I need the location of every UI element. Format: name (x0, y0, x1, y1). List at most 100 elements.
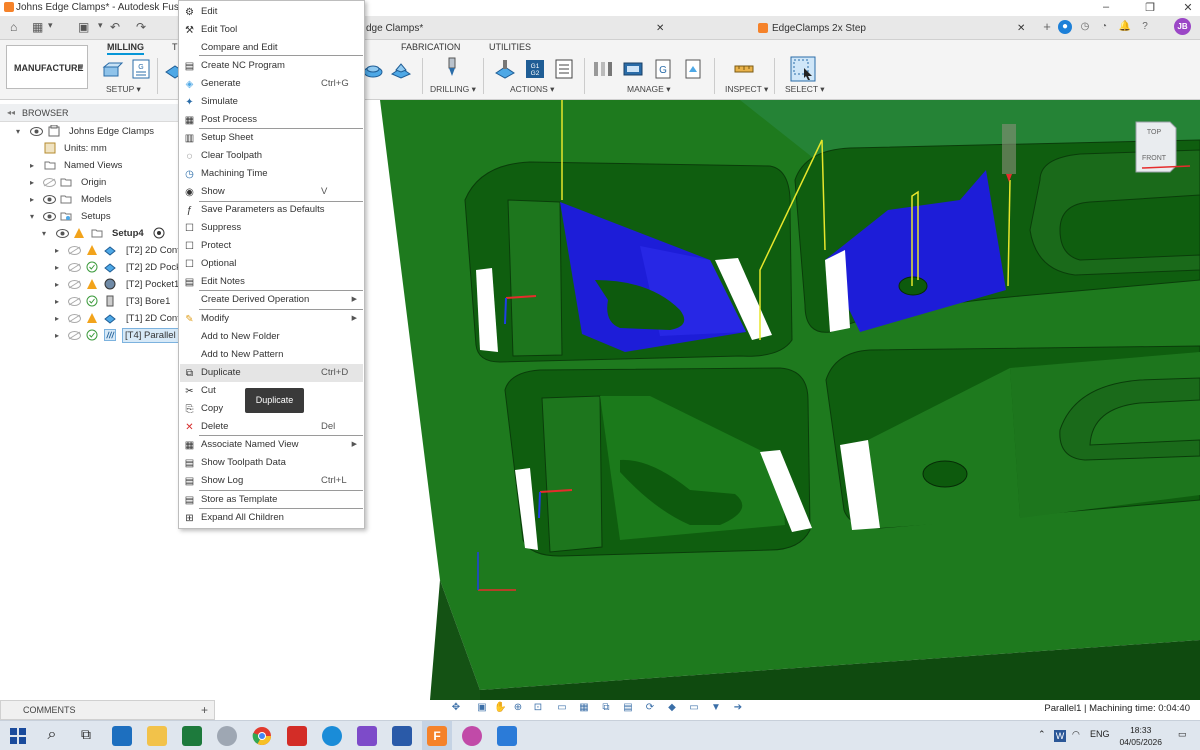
post-process-icon[interactable]: G1 G2 (524, 58, 546, 80)
menu-item-duplicate[interactable]: ⧉ Duplicate Ctrl+D (180, 364, 363, 382)
app-icon[interactable] (217, 726, 237, 746)
tab-turning[interactable]: T (172, 42, 178, 52)
menu-item-generate[interactable]: ◈ Generate Ctrl+G (180, 75, 363, 93)
eye-hidden-icon[interactable] (68, 314, 81, 323)
tab-close-icon[interactable]: ✕ (656, 19, 664, 39)
app-icon[interactable] (497, 726, 517, 746)
template-library-icon[interactable] (682, 58, 704, 80)
section-icon[interactable]: ▤ (622, 702, 634, 714)
tab-close-icon[interactable]: ✕ (1017, 19, 1025, 39)
group-label-actions[interactable]: ACTIONS ▾ (510, 84, 554, 95)
active-target-icon[interactable] (153, 227, 165, 239)
menu-item-save-parameters-as-defaults[interactable]: ƒ Save Parameters as Defaults (180, 201, 363, 219)
menu-item-show-toolpath-data[interactable]: ▤ Show Toolpath Data (180, 454, 363, 472)
post-library-icon[interactable]: G (652, 58, 674, 80)
menu-item-edit-tool[interactable]: ⚒ Edit Tool (180, 21, 363, 39)
tree-item-setup4[interactable]: ▾ Setup4 (0, 225, 180, 242)
language-indicator[interactable]: ENG (1090, 729, 1110, 739)
chevron-right-icon[interactable]: ▸ (52, 310, 62, 327)
menu-item-suppress[interactable]: ☐ Suppress (180, 219, 363, 237)
maximize-button[interactable]: ❐ (1140, 1, 1160, 14)
menu-item-associate-named-view[interactable]: ▦ Associate Named View ▶ (180, 436, 363, 454)
eye-hidden-icon[interactable] (68, 246, 81, 255)
grid-settings-icon[interactable]: ▦ (578, 702, 590, 714)
chevron-down-icon[interactable]: ▾ (13, 123, 23, 140)
undo-icon[interactable]: ↶ (110, 20, 120, 34)
group-label-drilling[interactable]: DRILLING ▾ (430, 84, 476, 95)
menu-item-setup-sheet[interactable]: ▥ Setup Sheet (180, 129, 363, 147)
viewcube-top-label[interactable]: TOP (1147, 129, 1162, 136)
acrobat-icon[interactable] (287, 726, 307, 746)
windows-start-icon[interactable] (8, 726, 28, 746)
orbit-icon[interactable]: ✥ (450, 702, 462, 714)
group-label-select[interactable]: SELECT ▾ (785, 84, 825, 95)
add-comment-button[interactable]: + (201, 701, 208, 719)
effects-icon[interactable]: ➔ (732, 702, 744, 714)
eye-icon[interactable] (43, 212, 56, 221)
menu-item-optional[interactable]: ☐ Optional (180, 255, 363, 273)
tree-item-operation[interactable]: ▸ [T2] 2D Pocke (0, 259, 186, 276)
chevron-right-icon[interactable]: ▸ (27, 174, 37, 191)
menu-item-store-as-template[interactable]: ▤ Store as Template (180, 491, 363, 509)
machine-library-icon[interactable] (622, 58, 644, 80)
zoom-icon[interactable]: ⊕ (512, 702, 524, 714)
tree-item-models[interactable]: ▸ Models (0, 191, 180, 208)
tree-item-operation[interactable]: ▸ [T3] Bore1 (0, 293, 180, 310)
fit-icon[interactable]: ⊡ (532, 702, 544, 714)
display-settings-icon[interactable]: ▭ (556, 702, 568, 714)
search-icon[interactable]: ⌕ (42, 726, 62, 746)
eye-icon[interactable] (56, 229, 69, 238)
user-avatar[interactable]: JB (1174, 18, 1191, 35)
app-icon[interactable] (182, 726, 202, 746)
menu-item-expand-all-children[interactable]: ⊞ Expand All Children (180, 509, 363, 527)
eye-hidden-icon[interactable] (68, 297, 81, 306)
chevron-right-icon[interactable]: ▸ (27, 191, 37, 208)
clock-icon[interactable]: ◔ (1097, 20, 1111, 34)
close-window-button[interactable]: ✕ (1178, 1, 1198, 14)
setup-icon[interactable] (102, 58, 124, 80)
menu-item-edit-notes[interactable]: ▤ Edit Notes (180, 273, 363, 291)
viewcube-front-label[interactable]: FRONT (1142, 155, 1167, 162)
3d-contour-icon[interactable] (390, 58, 412, 80)
extensions-icon[interactable]: ● (1058, 20, 1072, 34)
group-label-setup[interactable]: SETUP ▾ (106, 84, 141, 95)
tree-item-operation[interactable]: ▸ [T1] 2D Conto (0, 310, 185, 327)
nc-program-icon[interactable]: G (130, 58, 152, 80)
menu-item-create-nc-program[interactable]: ▤ Create NC Program (180, 57, 363, 75)
group-label-inspect[interactable]: INSPECT ▾ (725, 84, 768, 95)
chevron-down-icon[interactable]: ▾ (98, 20, 103, 31)
grid-icon[interactable]: ▦ (32, 20, 43, 34)
job-status-icon[interactable]: ◷ (1078, 20, 1092, 34)
tree-item-origin[interactable]: ▸ Origin (0, 174, 180, 191)
menu-item-protect[interactable]: ☐ Protect (180, 237, 363, 255)
stock-display-icon[interactable]: ◆ (666, 702, 678, 714)
app-icon[interactable] (357, 726, 377, 746)
menu-item-create-derived-operation[interactable]: Create Derived Operation ▶ (180, 291, 363, 309)
simulate-icon[interactable] (494, 58, 516, 80)
store-icon[interactable] (112, 726, 132, 746)
menu-item-edit[interactable]: ⚙ Edit (180, 3, 363, 21)
group-label-manage[interactable]: MANAGE ▾ (627, 84, 670, 95)
autodesk-icon[interactable] (392, 726, 412, 746)
eye-hidden-icon[interactable] (68, 331, 81, 340)
menu-item-show[interactable]: ◉ Show V (180, 183, 363, 201)
chevron-down-icon[interactable]: ▾ (48, 20, 53, 31)
chevron-right-icon[interactable]: ▸ (27, 157, 37, 174)
chevron-down-icon[interactable]: ▾ (39, 225, 49, 242)
menu-item-modify[interactable]: ✎ Modify ▶ (180, 310, 363, 328)
chevron-right-icon[interactable]: ▸ (52, 293, 62, 310)
redo-icon[interactable]: ↷ (136, 20, 146, 34)
setup-sheet-icon[interactable] (553, 58, 575, 80)
look-at-icon[interactable]: ▣ (476, 702, 488, 714)
menu-item-show-log[interactable]: ▤ Show Log Ctrl+L (180, 472, 363, 490)
notification-center-icon[interactable]: ▭ (1178, 729, 1187, 740)
tray-chevron-icon[interactable]: ⌃ (1038, 729, 1046, 740)
document-tab-edgeclamps-2x-step[interactable]: EdgeClamps 2x Step (758, 19, 1018, 39)
task-view-icon[interactable]: ⧉ (76, 726, 96, 746)
eye-hidden-icon[interactable] (43, 178, 56, 187)
wifi-icon[interactable]: ◠ (1072, 729, 1080, 740)
fusion-taskbar-icon[interactable]: F (427, 726, 447, 746)
save-icon[interactable]: ▣ (78, 20, 89, 34)
pan-icon[interactable]: ✋ (494, 702, 506, 714)
eye-hidden-icon[interactable] (68, 280, 81, 289)
